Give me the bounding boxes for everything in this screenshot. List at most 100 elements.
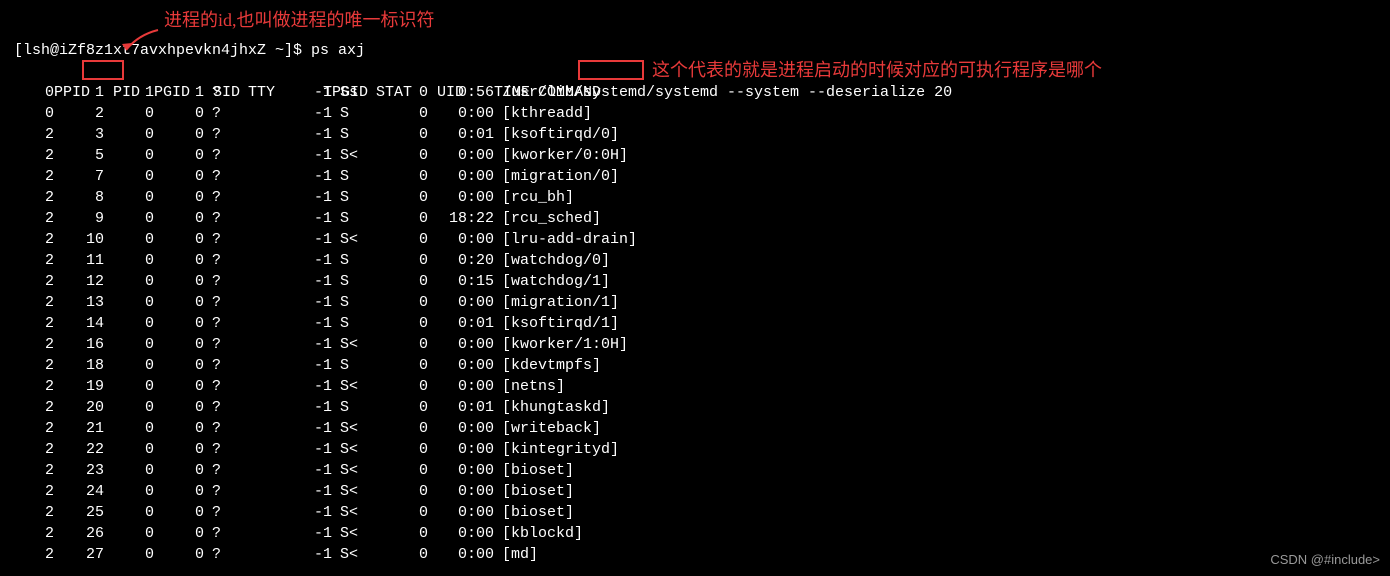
cell-pid: 24 [54,481,104,502]
cell-uid: 0 [372,481,428,502]
cell-sid: 0 [154,271,204,292]
cell-tpgid: -1 [252,187,332,208]
cell-time: 18:22 [428,208,494,229]
cell-tty: ? [204,187,252,208]
cell-pgid: 0 [104,187,154,208]
cell-stat: S< [332,502,372,523]
table-row: 21100?-1S00:20[watchdog/0] [14,250,952,271]
cell-pgid: 0 [104,481,154,502]
cell-pid: 27 [54,544,104,565]
table-row: 21600?-1S<00:00[kworker/1:0H] [14,334,952,355]
cell-ppid: 2 [14,292,54,313]
cell-sid: 0 [154,250,204,271]
cell-command: [ksoftirqd/1] [494,313,619,334]
cell-pgid: 0 [104,502,154,523]
table-row: 22000?-1S00:01[khungtaskd] [14,397,952,418]
table-row: 2900?-1S018:22[rcu_sched] [14,208,952,229]
cell-time: 0:00 [428,460,494,481]
cell-pgid: 0 [104,271,154,292]
cell-time: 0:01 [428,313,494,334]
cell-ppid: 2 [14,187,54,208]
cell-uid: 0 [372,208,428,229]
cell-tty: ? [204,124,252,145]
table-row: 0111?-1Ss00:56/usr/lib/systemd/systemd -… [14,82,952,103]
cell-command: [watchdog/0] [494,250,610,271]
cell-uid: 0 [372,292,428,313]
cell-tty: ? [204,271,252,292]
cell-tty: ? [204,544,252,565]
cell-uid: 0 [372,82,428,103]
cell-uid: 0 [372,166,428,187]
cell-ppid: 2 [14,481,54,502]
cell-time: 0:00 [428,166,494,187]
cell-tty: ? [204,481,252,502]
cell-sid: 0 [154,187,204,208]
cell-pid: 12 [54,271,104,292]
cell-time: 0:00 [428,145,494,166]
cell-pid: 1 [54,82,104,103]
cell-stat: S< [332,439,372,460]
cell-stat: S [332,250,372,271]
cell-pid: 2 [54,103,104,124]
cell-command: [rcu_bh] [494,187,574,208]
cell-uid: 0 [372,313,428,334]
cell-time: 0:00 [428,334,494,355]
cell-ppid: 2 [14,166,54,187]
cell-uid: 0 [372,145,428,166]
cell-stat: S [332,271,372,292]
cell-command: [kdevtmpfs] [494,355,601,376]
cell-sid: 0 [154,103,204,124]
cell-stat: S [332,397,372,418]
cell-uid: 0 [372,460,428,481]
cell-tpgid: -1 [252,145,332,166]
table-row: 21400?-1S00:01[ksoftirqd/1] [14,313,952,334]
cell-sid: 0 [154,418,204,439]
cell-sid: 0 [154,313,204,334]
cell-pgid: 0 [104,313,154,334]
cell-sid: 0 [154,523,204,544]
cell-stat: S< [332,229,372,250]
cell-sid: 0 [154,502,204,523]
cell-uid: 0 [372,397,428,418]
table-row: 2800?-1S00:00[rcu_bh] [14,187,952,208]
cell-tpgid: -1 [252,439,332,460]
cell-pgid: 0 [104,103,154,124]
cell-stat: S< [332,334,372,355]
cell-uid: 0 [372,187,428,208]
cell-pgid: 0 [104,124,154,145]
cell-ppid: 2 [14,250,54,271]
cell-ppid: 2 [14,145,54,166]
cell-sid: 0 [154,397,204,418]
cell-pid: 9 [54,208,104,229]
cell-sid: 0 [154,439,204,460]
cell-tpgid: -1 [252,334,332,355]
cell-tpgid: -1 [252,166,332,187]
cell-command: [kworker/1:0H] [494,334,628,355]
cell-tpgid: -1 [252,418,332,439]
cell-pgid: 0 [104,292,154,313]
cell-tpgid: -1 [252,355,332,376]
cell-command: [bioset] [494,460,574,481]
cell-sid: 0 [154,481,204,502]
cell-pgid: 1 [104,82,154,103]
cell-tty: ? [204,166,252,187]
cell-sid: 0 [154,460,204,481]
cell-pgid: 0 [104,334,154,355]
cell-sid: 0 [154,208,204,229]
cell-tty: ? [204,250,252,271]
table-row: 21900?-1S<00:00[netns] [14,376,952,397]
cell-tpgid: -1 [252,292,332,313]
cell-pgid: 0 [104,523,154,544]
table-row: 22100?-1S<00:00[writeback] [14,418,952,439]
cell-time: 0:01 [428,124,494,145]
cell-time: 0:15 [428,271,494,292]
cell-command: [kthreadd] [494,103,592,124]
cell-time: 0:00 [428,439,494,460]
cell-tpgid: -1 [252,82,332,103]
table-row: 22400?-1S<00:00[bioset] [14,481,952,502]
cell-time: 0:00 [428,229,494,250]
cell-stat: S< [332,145,372,166]
cell-time: 0:00 [428,355,494,376]
cell-stat: Ss [332,82,372,103]
cell-pgid: 0 [104,166,154,187]
